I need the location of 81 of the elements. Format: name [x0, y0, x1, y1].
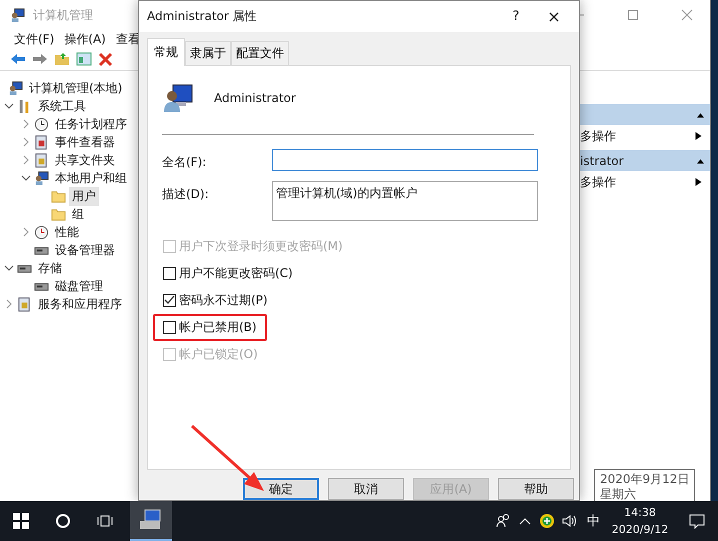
tree-item[interactable]: 性能: [52, 222, 82, 242]
input-method-indicator[interactable]: 中: [583, 512, 604, 530]
clock-icon: [34, 224, 49, 240]
clock[interactable]: 14:38 2020/9/12: [610, 504, 670, 538]
tree-item[interactable]: 计算机管理(本地): [26, 78, 126, 98]
tree-item[interactable]: 任务计划程序: [52, 114, 130, 134]
action-item[interactable]: 多操作: [580, 128, 616, 144]
close-button[interactable]: ×: [539, 7, 569, 26]
document-icon: [17, 296, 32, 312]
tree-item[interactable]: 组: [69, 204, 87, 224]
taskbar-app[interactable]: [130, 501, 172, 541]
notification-icon[interactable]: [689, 513, 705, 529]
clock-icon: [34, 116, 49, 132]
dialog-title: Administrator 属性: [147, 8, 258, 26]
tree-item[interactable]: 本地用户和组: [52, 168, 130, 188]
tree-item[interactable]: 用户: [69, 186, 99, 206]
tree-item[interactable]: 共享文件夹: [52, 150, 118, 170]
folder-icon: [51, 206, 66, 222]
checkbox-label[interactable]: 用户不能更改密码(C): [179, 265, 293, 282]
computer-icon: [34, 170, 49, 186]
expander-icon[interactable]: [4, 101, 14, 111]
tree-item[interactable]: 服务和应用程序: [35, 294, 125, 314]
tree-item[interactable]: 事件查看器: [52, 132, 118, 152]
actions-header[interactable]: istrator: [578, 150, 710, 171]
windows-logo-icon[interactable]: [13, 513, 29, 529]
menu-item[interactable]: 查看: [116, 30, 140, 48]
field-label: 全名(F):: [162, 154, 208, 172]
tree-item[interactable]: 存储: [35, 258, 65, 278]
checkbox[interactable]: [163, 267, 176, 280]
document-icon: [34, 134, 49, 150]
action-item[interactable]: 多操作: [580, 174, 616, 190]
forward-arrow-icon[interactable]: [32, 51, 48, 67]
checkbox[interactable]: [163, 294, 176, 308]
collapse-icon[interactable]: [697, 156, 704, 164]
delete-icon[interactable]: [98, 51, 114, 67]
expander-icon[interactable]: [4, 263, 14, 273]
clock-date: 2020/9/12: [612, 522, 668, 538]
submenu-arrow-icon: [695, 132, 702, 140]
computer-icon: [139, 509, 163, 531]
folder-icon: [51, 188, 66, 204]
tree-item[interactable]: 磁盘管理: [52, 276, 106, 296]
tab[interactable]: 配置文件: [231, 41, 289, 66]
menu-item[interactable]: 文件(F): [14, 30, 54, 48]
dialog-button[interactable]: 帮助: [498, 478, 574, 500]
back-arrow-icon[interactable]: [10, 51, 26, 67]
full-name-field[interactable]: [272, 149, 538, 172]
task-view-icon[interactable]: [97, 513, 113, 529]
submenu-arrow-icon: [695, 178, 702, 186]
dialog-button[interactable]: 取消: [328, 478, 404, 500]
header-label: istrator: [580, 154, 624, 168]
panel-icon[interactable]: [76, 51, 92, 67]
people-icon[interactable]: [495, 513, 511, 529]
computer-icon: [10, 8, 25, 22]
collapse-icon[interactable]: [697, 110, 704, 118]
tab[interactable]: 隶属于: [185, 41, 231, 66]
checkbox[interactable]: [163, 321, 176, 334]
close-icon[interactable]: [681, 9, 693, 21]
maximize-icon[interactable]: [627, 9, 639, 21]
user-computer-icon: [162, 82, 194, 114]
folder-up-icon[interactable]: [54, 51, 70, 67]
field-label: 描述(D):: [162, 186, 210, 204]
search-icon[interactable]: [55, 513, 71, 529]
dialog-button[interactable]: 确定: [243, 478, 319, 500]
speaker-icon[interactable]: [561, 513, 577, 529]
checkbox-label[interactable]: 帐户已禁用(B): [179, 319, 257, 336]
expander-icon[interactable]: [21, 173, 31, 183]
tooltip-text: 星期六: [600, 487, 637, 502]
tooltip-text: 2020年9月12日: [600, 472, 690, 487]
description-field[interactable]: 管理计算机(域)的内置帐户: [272, 181, 538, 222]
plus-circle-icon[interactable]: [539, 513, 555, 529]
tree-item[interactable]: 系统工具: [35, 96, 89, 116]
user-name: Administrator: [214, 91, 296, 106]
tab[interactable]: 常规: [147, 38, 185, 66]
window-title: 计算机管理: [33, 6, 93, 24]
clock-time: 14:38: [624, 505, 656, 521]
document-icon: [34, 152, 49, 168]
computer-icon: [8, 80, 23, 96]
tree-item[interactable]: 设备管理器: [52, 240, 118, 260]
checkbox-label[interactable]: 密码永不过期(P): [179, 292, 268, 310]
help-button[interactable]: ?: [499, 9, 533, 24]
menu-item[interactable]: 操作(A): [64, 30, 106, 48]
